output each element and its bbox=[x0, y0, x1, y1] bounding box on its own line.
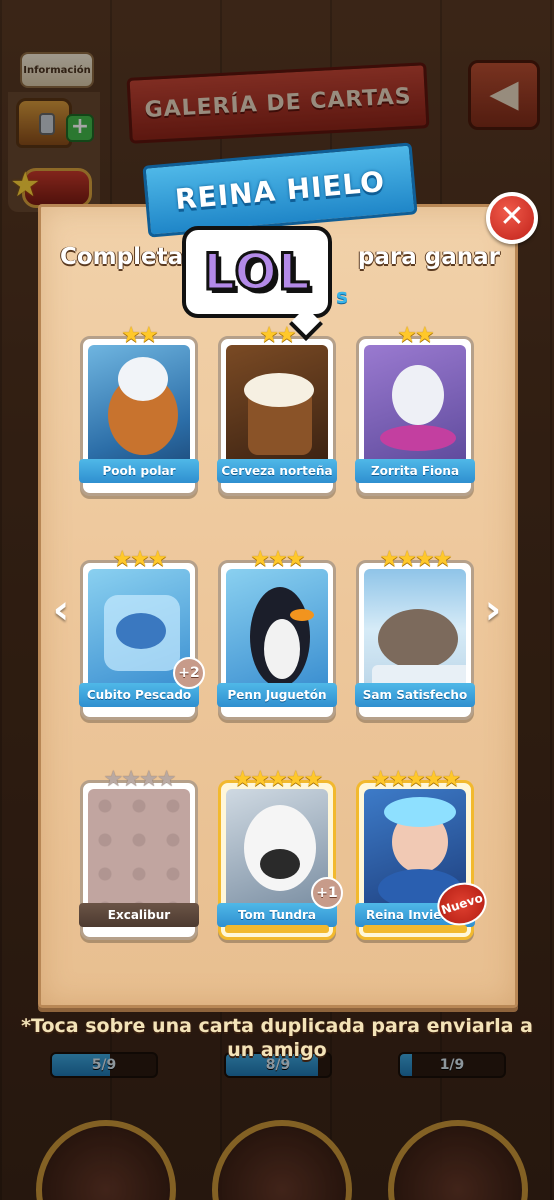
card-art-locked bbox=[88, 789, 190, 909]
set-reward-text: s bbox=[336, 284, 348, 308]
polar-bear-head bbox=[118, 357, 168, 401]
prev-set-arrow-icon[interactable]: ‹ bbox=[46, 590, 76, 630]
card-label: Zorrita Fiona bbox=[355, 459, 475, 483]
gold-trim bbox=[225, 925, 329, 933]
card-label: Excalibur bbox=[79, 903, 199, 927]
fox-body bbox=[392, 365, 444, 425]
fox-cushion bbox=[380, 425, 456, 451]
card-pooh-polar[interactable]: ★★ Pooh polar bbox=[79, 323, 199, 496]
speech-bubble-sticker: LOL bbox=[182, 226, 332, 318]
next-set-arrow-icon[interactable]: › bbox=[478, 590, 508, 630]
seal-body bbox=[378, 609, 458, 669]
card-label: Pooh polar bbox=[79, 459, 199, 483]
duplicate-tip: *Toca sobre una carta duplicada para env… bbox=[21, 1015, 533, 1061]
card-art bbox=[364, 345, 466, 465]
card-label: Sam Satisfecho bbox=[355, 683, 475, 707]
close-icon: ✕ bbox=[499, 199, 525, 234]
card-cubito-pescado[interactable]: ★★★ Cubito Pescado +2 bbox=[79, 547, 205, 720]
ice-crown bbox=[384, 797, 456, 827]
instruction-part-2: para ganar bbox=[357, 244, 500, 270]
penguin-belly bbox=[264, 619, 300, 679]
card-zorrita-fiona[interactable]: ★★ Zorrita Fiona bbox=[355, 323, 475, 496]
gold-trim bbox=[363, 925, 467, 933]
card-reina-invierno[interactable]: ★★★★★ Reina Invierno Nuevo bbox=[355, 767, 493, 940]
card-art bbox=[88, 345, 190, 465]
tiger-mouth bbox=[260, 849, 300, 879]
card-art bbox=[226, 345, 328, 465]
close-button[interactable]: ✕ bbox=[486, 192, 538, 244]
card-excalibur[interactable]: ★★★★ Excalibur bbox=[79, 767, 199, 940]
card-penn-jugueton[interactable]: ★★★ Penn Juguetón bbox=[217, 547, 337, 720]
card-art bbox=[364, 569, 466, 689]
instruction-part-1: Completa bbox=[60, 244, 184, 270]
card-tom-tundra[interactable]: ★★★★★ Tom Tundra +1 bbox=[217, 767, 343, 940]
card-sam-satisfecho[interactable]: ★★★★ Sam Satisfecho bbox=[355, 547, 475, 720]
card-label: Penn Juguetón bbox=[217, 683, 337, 707]
card-label: Cerveza norteña bbox=[217, 459, 337, 483]
penguin-beak bbox=[290, 609, 314, 621]
beer-foam bbox=[244, 373, 314, 407]
set-name: REINA HIELO bbox=[173, 164, 387, 216]
duplicate-count-badge: +2 bbox=[173, 657, 205, 689]
card-art bbox=[226, 569, 328, 689]
card-cerveza-nortena[interactable]: ★★ Cerveza norteña bbox=[217, 323, 337, 496]
duplicate-count-badge: +1 bbox=[311, 877, 343, 909]
fish bbox=[116, 613, 166, 649]
sticker-text: LOL bbox=[202, 242, 311, 303]
